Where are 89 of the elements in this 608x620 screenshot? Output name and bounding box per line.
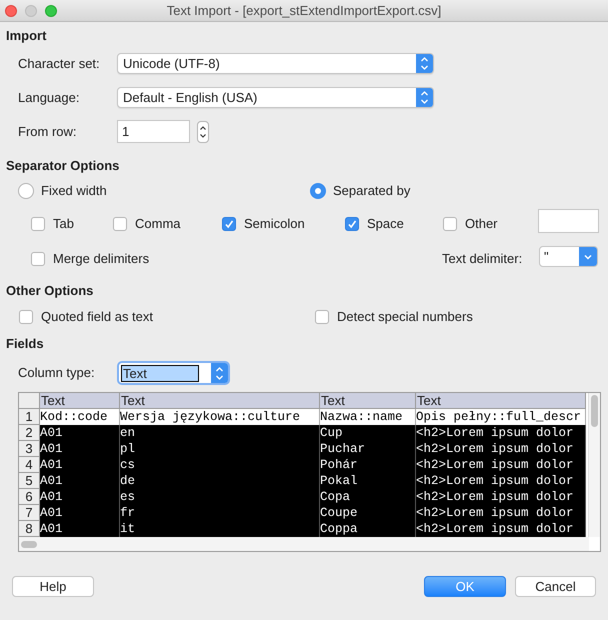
field-label: Language:	[18, 88, 80, 107]
table-cell: es	[120, 489, 320, 505]
table-cell: Kod::code	[40, 409, 120, 425]
row-number: 5	[19, 473, 40, 489]
close-button[interactable]	[5, 4, 17, 16]
row-number: 7	[19, 505, 40, 521]
table-cell: A01	[40, 457, 120, 473]
table-cell: Pokal	[320, 473, 416, 489]
table-cell: <h2>Lorem ipsum dolor	[416, 457, 586, 473]
table-cell: Coppa	[320, 521, 416, 537]
minimize-button[interactable]	[25, 4, 37, 16]
field-label: Character set:	[18, 54, 101, 73]
checkbox[interactable]	[31, 216, 45, 231]
checkbox-label: Comma	[135, 215, 181, 233]
table-cell: A01	[40, 505, 120, 521]
radio-button[interactable]	[18, 183, 34, 199]
checkbox[interactable]	[31, 252, 45, 266]
dropdown[interactable]: "	[539, 246, 598, 267]
row-number: 6	[19, 489, 40, 505]
row-number: 4	[19, 457, 40, 473]
row-number: 1	[19, 409, 40, 425]
chevron-down-icon	[583, 252, 593, 260]
row-number: 8	[19, 521, 40, 537]
window-title: Text Import - [export_stExtendImportExport.csv]	[166, 2, 442, 18]
radio-button[interactable]	[310, 183, 326, 199]
checkbox-label: Semicolon	[244, 215, 305, 233]
row-number: 2	[19, 425, 40, 441]
table-cell: A01	[40, 473, 120, 489]
table-cell: <h2>Lorem ipsum dolor	[416, 441, 586, 457]
section-heading: Separator Options	[5, 157, 120, 175]
checkbox-label: Space	[367, 215, 404, 233]
radio-label: Separated by	[333, 182, 410, 200]
dropdown[interactable]: Unicode (UTF-8)	[117, 53, 434, 74]
zoom-button[interactable]	[45, 4, 57, 16]
row-number: 3	[19, 441, 40, 457]
table-cell: it	[120, 521, 320, 537]
column-header[interactable]: Text	[320, 393, 416, 409]
number-field[interactable]: 1	[117, 120, 190, 143]
checkbox-label: Quoted field as text	[41, 308, 154, 326]
checkbox[interactable]	[19, 310, 33, 324]
table-cell: A01	[40, 521, 120, 537]
checkbox-label: Tab	[53, 215, 74, 233]
table-cell: en	[120, 425, 320, 441]
checkbox[interactable]	[345, 216, 359, 231]
dialog-button[interactable]: Cancel	[515, 576, 596, 597]
table-cell: <h2>Lorem ipsum dolor	[416, 473, 586, 489]
checkbox[interactable]	[443, 216, 457, 231]
column-header[interactable]: Text	[40, 393, 120, 409]
section-heading: Import	[5, 27, 48, 45]
table-cell: Wersja językowa::culture	[120, 409, 320, 425]
table-cell: Nazwa::name	[320, 409, 416, 425]
table-cell: <h2>Lorem ipsum dolor	[416, 489, 586, 505]
table-cell: <h2>Lorem ipsum dolor	[416, 505, 586, 521]
table-cell: <h2>Lorem ipsum dolor	[416, 425, 586, 441]
table-cell: A01	[40, 489, 120, 505]
column-header[interactable]: Text	[416, 393, 586, 409]
column-header[interactable]: Text	[120, 393, 320, 409]
dialog-button[interactable]: Help	[12, 576, 94, 597]
table-cell: fr	[120, 505, 320, 521]
checkbox[interactable]	[315, 310, 329, 324]
checkbox-label: Other	[465, 215, 498, 233]
table-cell: Puchar	[320, 441, 416, 457]
table-cell: Pohár	[320, 457, 416, 473]
field-label: Text delimiter:	[442, 250, 522, 268]
dropdown[interactable]: Default - English (USA)	[117, 87, 434, 108]
table-cell: Cup	[320, 425, 416, 441]
table-cell: pl	[120, 441, 320, 457]
section-heading: Other Options	[5, 282, 94, 300]
table-cell: de	[120, 473, 320, 489]
table-cell: <h2>Lorem ipsum dolor	[416, 521, 586, 537]
field-label: Column type:	[18, 364, 96, 382]
field-label: From row:	[18, 122, 78, 141]
table-cell: Opis pełny::full_descr	[416, 409, 586, 425]
checkbox-label: Merge delimiters	[53, 250, 150, 268]
checkbox-label: Detect special numbers	[337, 308, 473, 326]
section-heading: Fields	[5, 335, 45, 353]
radio-label: Fixed width	[41, 182, 107, 200]
text-field[interactable]	[538, 209, 599, 233]
checkbox[interactable]	[222, 216, 236, 231]
checkbox[interactable]	[113, 216, 127, 231]
table-cell: A01	[40, 425, 120, 441]
table-cell: A01	[40, 441, 120, 457]
stepper[interactable]	[197, 120, 209, 142]
dropdown[interactable]: Text	[117, 361, 230, 385]
scrollbar[interactable]	[588, 393, 600, 537]
table-cell: cs	[120, 457, 320, 473]
table-cell: Coupe	[320, 505, 416, 521]
table-cell: Copa	[320, 489, 416, 505]
scrollbar[interactable]	[19, 537, 589, 551]
